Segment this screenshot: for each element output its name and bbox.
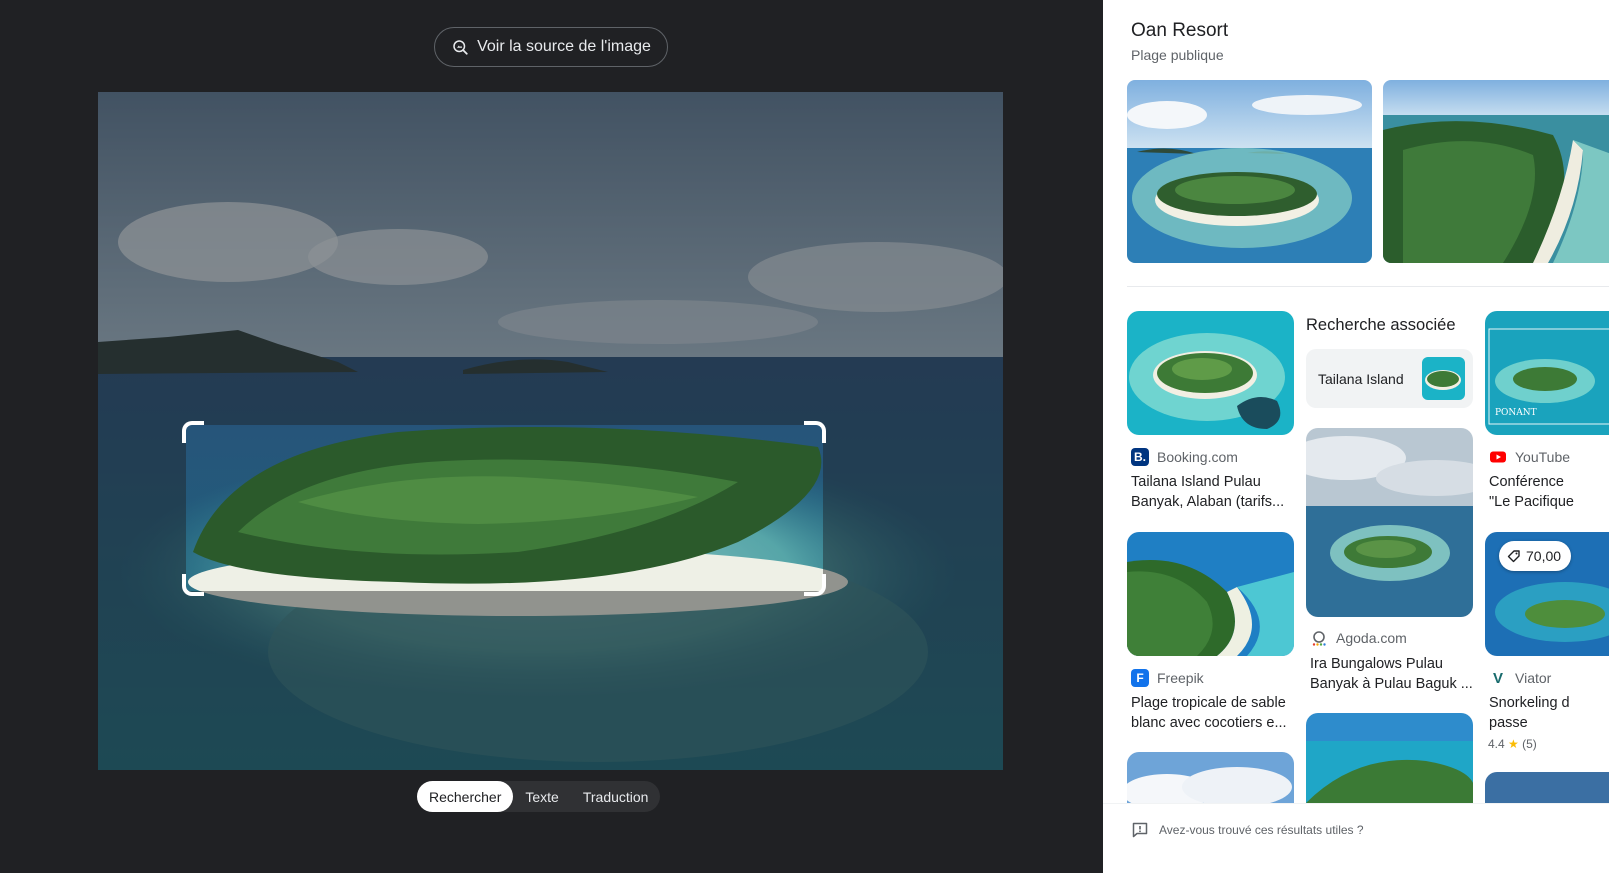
booking-logo-icon: B. [1131,448,1149,466]
island-photo [1306,713,1473,803]
viator-logo-icon: V [1492,669,1503,687]
freepik-logo-icon: F [1131,669,1149,687]
related-search-label: Tailana Island [1318,370,1404,387]
result-title-booking[interactable]: Tailana Island Pulau Banyak, Alaban (tar… [1131,472,1301,512]
result-source-name: Viator [1515,670,1552,686]
star-icon: ★ [1508,737,1519,751]
result-title-viator[interactable]: Snorkeling d passe [1489,693,1609,733]
result-source-viator[interactable]: V Viator [1489,669,1551,687]
mode-text-tab[interactable]: Texte [513,781,570,812]
island-closeup-photo [1383,80,1609,263]
result-source-freepik[interactable]: F Freepik [1131,669,1204,687]
view-image-source-button[interactable]: Voir la source de l'image [434,27,668,67]
agoda-logo-icon [1312,631,1326,646]
result-image-island-partial[interactable] [1306,713,1473,803]
result-image-booking[interactable] [1127,311,1294,435]
crop-handle-top-right[interactable] [804,421,826,443]
result-source-name: YouTube [1515,449,1571,465]
result-title-line: passe [1489,715,1528,731]
result-title-line: Ira Bungalows Pulau [1310,656,1443,672]
section-divider [1127,286,1609,287]
price-value: 70,00 [1526,548,1562,564]
result-title-line: Banyak, Alaban (tarifs... [1131,494,1285,510]
island-thumbnail [1422,357,1465,400]
place-subtitle: Plage publique [1131,47,1224,63]
result-title-line: Banyak à Pulau Baguk ... [1310,676,1473,692]
place-title[interactable]: Oan Resort [1131,20,1228,42]
related-search-heading: Recherche associée [1306,316,1456,334]
crop-handle-bottom-right[interactable] [804,574,826,596]
result-title-line: blanc avec cocotiers e... [1131,715,1287,731]
ponant-watermark: PONANT [1495,408,1537,418]
result-title-line: Plage tropicale de sable [1131,695,1286,711]
result-image-youtube[interactable]: PONANT [1485,311,1609,435]
price-tag: 70,00 [1499,541,1572,571]
results-panel: Oan Resort Plage publique B. Booking.com… [1103,0,1609,873]
result-source-agoda[interactable]: Agoda.com [1310,629,1407,647]
island-photo [1127,532,1294,656]
result-title-line: Tailana Island Pulau [1131,474,1261,490]
island-photo [1127,80,1372,263]
result-source-youtube[interactable]: YouTube [1489,448,1570,466]
rating-value: 4.4 [1488,737,1505,751]
mode-translate-tab[interactable]: Traduction [571,781,661,812]
island-video-thumbnail: PONANT [1485,311,1609,435]
result-title-line: Snorkeling d [1489,695,1570,711]
crop-handle-bottom-left[interactable] [182,574,204,596]
selected-region-image [186,425,823,591]
image-search-icon [453,40,468,55]
mode-switcher: Rechercher Texte Traduction [417,781,661,812]
island-photo [1127,311,1294,435]
rating: 4.4 ★ (5) [1488,737,1537,751]
view-image-source-label: Voir la source de l'image [477,38,651,55]
selected-region[interactable] [186,425,823,591]
result-source-name: Freepik [1157,670,1204,686]
youtube-logo-icon [1490,451,1506,463]
place-photo-1[interactable] [1127,80,1372,263]
related-search-thumbnail [1422,357,1465,400]
place-photo-2[interactable] [1383,80,1609,263]
result-source-name: Agoda.com [1336,630,1407,646]
sky-photo [1127,752,1294,803]
result-image-clouds[interactable] [1127,752,1294,803]
crop-handle-top-left[interactable] [182,421,204,443]
query-image[interactable] [98,92,1003,770]
feedback-icon [1132,822,1148,838]
rating-count: (5) [1522,737,1537,751]
result-source-booking[interactable]: B. Booking.com [1131,448,1238,466]
image-viewer: Voir la source de l'image Rechercher Tex… [0,0,1103,873]
result-title-line: Conférence [1489,474,1564,490]
feedback-button[interactable]: Avez-vous trouvé ces résultats utiles ? [1131,821,1364,839]
island-photo [1306,428,1473,617]
feedback-bar: Avez-vous trouvé ces résultats utiles ? [1103,803,1609,873]
result-image-agoda[interactable] [1306,428,1473,617]
result-image-partial[interactable] [1485,772,1609,803]
result-title-agoda[interactable]: Ira Bungalows Pulau Banyak à Pulau Baguk… [1310,654,1480,694]
result-title-freepik[interactable]: Plage tropicale de sable blanc avec coco… [1131,693,1301,733]
related-search-chip[interactable]: Tailana Island [1306,349,1473,408]
tag-icon [1507,550,1520,563]
mode-search-tab[interactable]: Rechercher [417,781,514,812]
result-image-freepik[interactable] [1127,532,1294,656]
sea-photo [1485,772,1609,803]
feedback-label: Avez-vous trouvé ces résultats utiles ? [1159,823,1364,837]
result-title-youtube[interactable]: Conférence "Le Pacifique [1489,472,1609,512]
result-source-name: Booking.com [1157,449,1238,465]
result-title-line: "Le Pacifique [1489,494,1574,510]
